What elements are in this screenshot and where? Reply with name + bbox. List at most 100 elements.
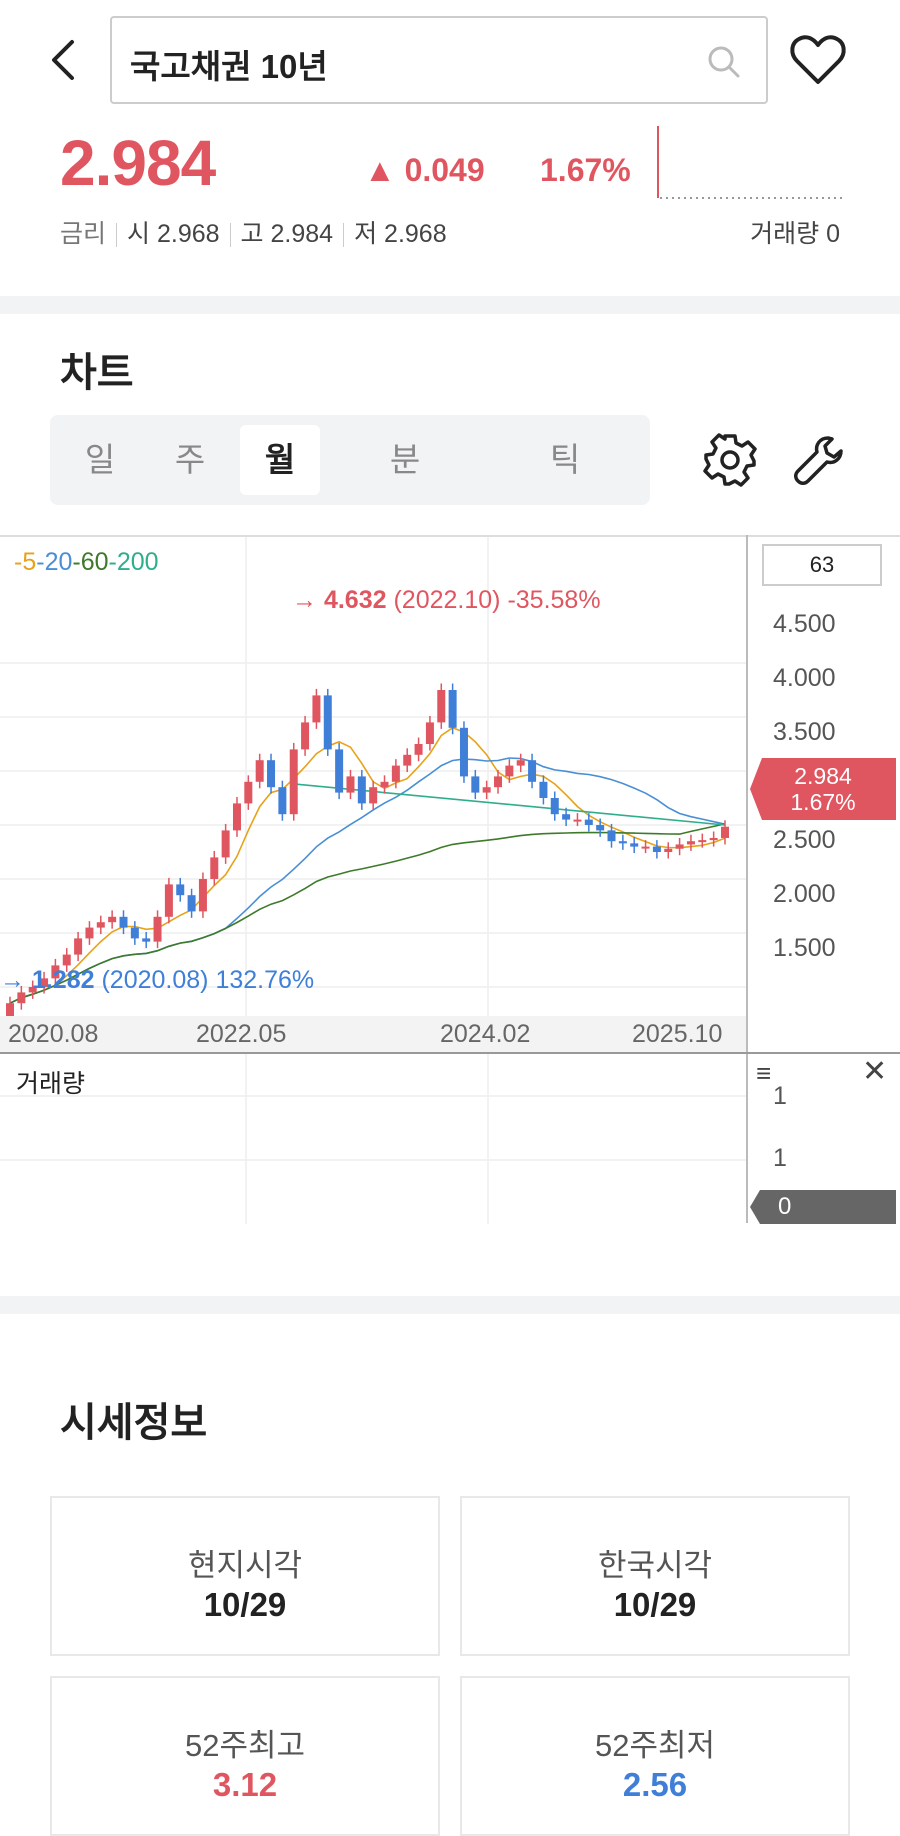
candle-body: [664, 848, 673, 852]
candle-body: [516, 760, 525, 766]
candle-body: [686, 841, 695, 845]
back-button[interactable]: [40, 30, 90, 90]
open-value: 2.968: [156, 220, 220, 248]
ma-legend-5: -5: [14, 548, 37, 576]
favorite-button[interactable]: [788, 32, 848, 88]
candle-body: [448, 690, 457, 728]
volume-panel-title: 거래량: [16, 1070, 86, 1098]
info-label: 한국시각: [597, 1548, 713, 1583]
candle-body: [630, 843, 639, 847]
info-value: 3.12: [212, 1766, 278, 1803]
ma-legend-60: -60: [72, 548, 109, 576]
min-annotation: → 1.282 (2020.08) 132.76%: [0, 966, 314, 995]
chart-axis-divider: [746, 535, 748, 1223]
candle-body: [232, 803, 241, 831]
gear-icon: [703, 433, 757, 487]
y-tick-1500: 1.500: [773, 934, 836, 962]
tab-week[interactable]: 주: [140, 415, 240, 505]
candle-body: [403, 754, 412, 766]
y-tick-2000: 2.000: [773, 880, 836, 908]
candle-body: [698, 840, 707, 843]
volume-line: 거래량 0: [750, 214, 840, 250]
y-tick-4000: 4.000: [773, 664, 836, 692]
x-tick-2025-10: 2025.10: [632, 1020, 723, 1048]
candle-body: [255, 760, 264, 782]
candle-body: [391, 765, 400, 782]
volume-tick-1: 1: [773, 1082, 787, 1110]
candle-body: [437, 690, 446, 723]
candle-body: [618, 841, 627, 844]
tab-day[interactable]: 일: [50, 415, 150, 505]
chart-settings-button[interactable]: [700, 430, 760, 490]
volume-menu-icon[interactable]: ≡: [756, 1058, 771, 1089]
candle-body: [528, 760, 537, 782]
chart-tools-button[interactable]: [790, 430, 850, 490]
candle-body: [74, 938, 83, 955]
x-tick-2020-08: 2020.08: [8, 1020, 99, 1048]
market-info-title: 시세정보: [60, 1401, 208, 1445]
candle-body: [505, 765, 514, 777]
candle-body: [482, 787, 491, 793]
candle-body: [108, 916, 117, 923]
candle-body: [96, 922, 105, 928]
candle-body: [357, 776, 366, 804]
mini-sparkline: [657, 126, 846, 199]
info-card-52w-low: 52주최저 2.56: [460, 1676, 850, 1836]
max-arrow-icon: →: [292, 586, 317, 614]
max-date: (2022.10): [393, 586, 501, 614]
ma-legend: -5-20-60-200: [14, 548, 159, 577]
candle-body: [301, 722, 310, 750]
price-change-pct: 1.67%: [540, 152, 631, 188]
candle-body: [494, 776, 503, 788]
candle-body: [221, 830, 230, 858]
volume-current-tag: 0: [750, 1190, 896, 1224]
volume-tick-2: 1: [773, 1144, 787, 1172]
candle-body: [573, 819, 582, 822]
max-annotation: → 4.632 (2022.10) -35.58%: [292, 586, 601, 615]
candle-body: [459, 727, 468, 777]
candle-body: [607, 830, 616, 842]
volume-close-icon[interactable]: ✕: [862, 1054, 887, 1089]
candle-body: [414, 744, 423, 755]
min-pct: 132.76%: [215, 966, 315, 994]
info-card-52w-high: 52주최고 3.12: [50, 1676, 440, 1836]
ma5-line: [9, 726, 726, 1004]
info-label: 52주최저: [594, 1728, 716, 1763]
current-price-tag: 2.984 1.67%: [750, 758, 896, 820]
search-icon[interactable]: [704, 42, 744, 82]
current-price-tag-value: 2.984: [794, 763, 852, 789]
ma-legend-20: -20: [36, 548, 73, 576]
high-label: 고: [240, 220, 264, 248]
tab-minute[interactable]: 분: [355, 415, 455, 505]
candle-body: [278, 787, 287, 815]
y-tick-3500: 3.500: [773, 718, 836, 746]
period-count-box[interactable]: 63: [762, 544, 882, 586]
candle-body: [210, 857, 219, 879]
volume-label: 거래량: [750, 220, 820, 248]
max-value: 4.632: [323, 586, 387, 614]
candle-body: [312, 695, 321, 723]
candle-body: [62, 954, 71, 966]
x-tick-2024-02: 2024.02: [440, 1020, 531, 1048]
candle-body: [471, 776, 480, 793]
candle-body: [425, 722, 434, 744]
candle-body: [721, 826, 729, 838]
ma-legend-200: -200: [108, 548, 159, 576]
candle-body: [323, 695, 332, 750]
candle-body: [380, 781, 389, 788]
volume-value: 0: [826, 220, 840, 248]
candle-body: [584, 819, 593, 825]
volume-grid: [0, 1054, 746, 1224]
candle-body: [153, 916, 162, 942]
tab-tick[interactable]: 틱: [515, 415, 615, 505]
high-value: 2.984: [270, 220, 334, 248]
candle-body: [130, 927, 139, 939]
candle-body: [335, 749, 344, 793]
low-value: 2.968: [384, 220, 447, 248]
min-arrow-icon: →: [0, 966, 25, 994]
search-input[interactable]: 국고채권 10년: [110, 16, 768, 104]
tab-month[interactable]: 월: [240, 425, 320, 495]
section-divider-2: [0, 1296, 900, 1314]
min-value: 1.282: [31, 966, 95, 994]
candle-body: [176, 884, 185, 896]
